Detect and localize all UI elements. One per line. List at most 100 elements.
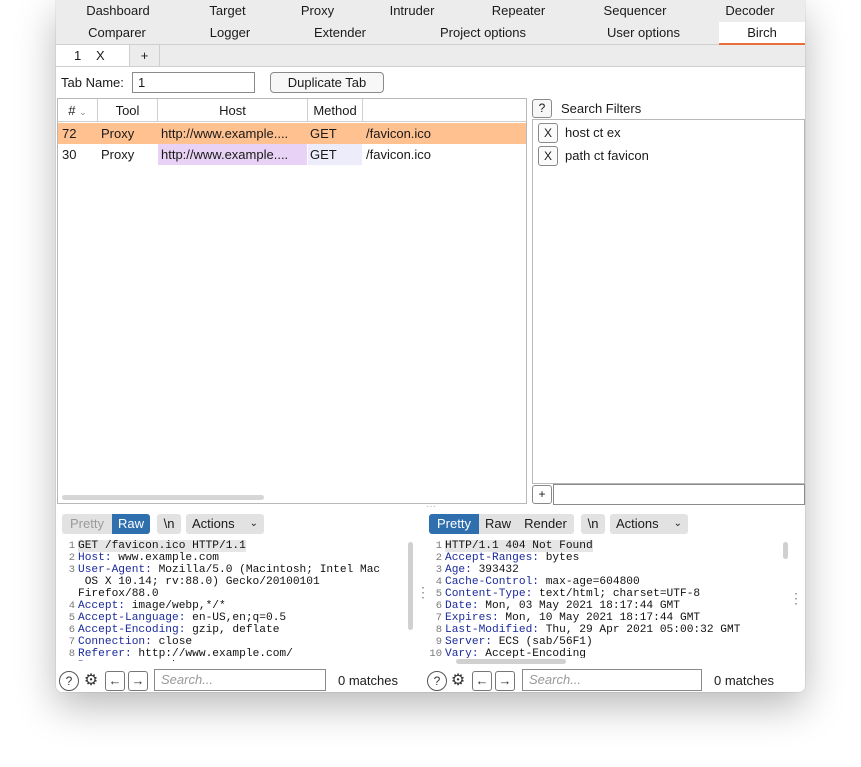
header-name: Accept-Language: [78, 612, 186, 624]
header-name: Content-Type: [445, 588, 533, 600]
add-subtab-button[interactable]: + [130, 45, 160, 66]
line-text: Date: Mon, 03 May 2021 18:17:44 GMT [445, 600, 680, 612]
tab-intruder[interactable]: Intruder [360, 0, 464, 22]
filters-help-button[interactable]: ? [532, 99, 552, 118]
tab-logger[interactable]: Logger [178, 22, 282, 44]
chevron-down-icon: ⌄ [79, 107, 87, 117]
remove-filter-button[interactable]: X [538, 123, 558, 143]
duplicate-tab-button[interactable]: Duplicate Tab [270, 72, 384, 93]
header-name: Server: [445, 636, 492, 648]
request-match-count: 0 matches [338, 673, 398, 688]
header-name: Accept-Ranges: [445, 552, 539, 564]
response-vertical-scrollbar[interactable] [783, 542, 788, 559]
gear-icon[interactable]: ⚙ [448, 671, 468, 691]
tab-project-options[interactable]: Project options [398, 22, 568, 44]
more-options-icon[interactable]: ⋮ [789, 591, 803, 605]
line-number: 9 [435, 636, 442, 648]
line-text: Age: 393432 [445, 564, 519, 576]
code-line: Firefox/88.0 [61, 588, 411, 600]
help-icon[interactable]: ? [427, 671, 447, 691]
filter-input[interactable] [553, 484, 805, 505]
code-line: 10 Vary: Accept-Encoding [428, 648, 784, 658]
row-host: http://www.example.... [161, 126, 289, 141]
col-header-method[interactable]: Method [308, 99, 363, 121]
header-name: Accept: [78, 600, 125, 612]
line-text: Expires: Mon, 10 May 2021 18:17:44 GMT [445, 612, 700, 624]
line-text: GET /favicon.ico HTTP/1.1 [78, 540, 246, 552]
filter-text: path ct favicon [565, 148, 649, 163]
pane-splitter-handle[interactable]: ⋮⋮ [416, 585, 444, 599]
request-raw-tab[interactable]: Raw [112, 514, 150, 534]
table-horizontal-scrollbar[interactable] [62, 495, 264, 500]
arrow-left-icon[interactable]: ← [472, 671, 492, 691]
response-search-input[interactable]: Search... [522, 669, 702, 691]
request-editor[interactable]: 1 GET /favicon.ico HTTP/1.1 2 Host: www.exa… [61, 540, 411, 661]
gear-icon[interactable]: ⚙ [81, 671, 101, 691]
tab-name-input[interactable]: 1 [132, 72, 255, 93]
header-value: http://www.example.com/ [131, 648, 293, 660]
tab-extender[interactable]: Extender [282, 22, 398, 44]
header-name: Cache-Control: [445, 576, 539, 588]
col-header-tool[interactable]: Tool [98, 99, 158, 121]
tab-decoder[interactable]: Decoder [697, 0, 803, 22]
table-row[interactable]: 30 Proxy http://www.example.... GET /fav… [58, 144, 526, 165]
help-icon[interactable]: ? [59, 671, 79, 691]
tab-target[interactable]: Target [180, 0, 275, 22]
response-render-tab[interactable]: Render [517, 514, 574, 534]
arrow-right-icon[interactable]: → [495, 671, 515, 691]
tab-sequencer[interactable]: Sequencer [573, 0, 697, 22]
line-number: 2 [68, 552, 75, 564]
code-line: 2 Host: www.example.com [61, 552, 411, 564]
col-header-host[interactable]: Host [158, 99, 308, 121]
line-number: 10 [429, 648, 442, 658]
request-vertical-scrollbar[interactable] [408, 542, 413, 630]
arrow-right-icon[interactable]: → [128, 671, 148, 691]
header-name: Last-Modified: [445, 624, 539, 636]
close-icon[interactable]: X [96, 45, 105, 66]
request-pretty-tab[interactable]: Pretty [62, 514, 112, 534]
request-search-input[interactable]: Search... [154, 669, 326, 691]
line-number: 5 [435, 588, 442, 600]
add-filter-button[interactable]: + [532, 485, 552, 504]
remove-filter-button[interactable]: X [538, 146, 558, 166]
line-number: 8 [68, 648, 75, 660]
line-number: 2 [435, 552, 442, 564]
header-value: Firefox/88.0 [78, 588, 159, 600]
code-line: 8 Referer: http://www.example.com/ [61, 648, 411, 660]
tab-repeater[interactable]: Repeater [464, 0, 573, 22]
response-horizontal-scrollbar[interactable] [456, 659, 566, 664]
line-text: Host: www.example.com [78, 552, 219, 564]
response-pane: Pretty Raw Render \n Actions ⌄ 1 HTTP/1.1… [426, 510, 798, 692]
tab-comparer[interactable]: Comparer [56, 22, 178, 44]
tab-dashboard[interactable]: Dashboard [56, 0, 180, 22]
line-text: Accept: image/webp,*/* [78, 600, 226, 612]
line-number: 9 [61, 660, 75, 661]
header-value: text/html; charset=UTF-8 [532, 588, 701, 600]
tab-proxy[interactable]: Proxy [275, 0, 360, 22]
response-actions-button[interactable]: Actions ⌄ [610, 514, 688, 534]
main-tabs-row-1: Dashboard Target Proxy Intruder Repeater… [56, 0, 805, 22]
response-newline-toggle[interactable]: \n [581, 514, 605, 534]
response-editor[interactable]: 1 HTTP/1.1 404 Not Found 2 Accept-Ranges: b… [428, 540, 784, 658]
response-raw-tab[interactable]: Raw [479, 514, 517, 534]
header-value: Mon, 10 May 2021 18:17:44 GMT [498, 612, 701, 624]
subtab-1[interactable]: 1 X [56, 45, 130, 66]
line-number: 1 [435, 540, 442, 552]
line-number: 6 [68, 624, 75, 636]
line-number: 4 [435, 576, 442, 588]
row-num: 72 [62, 126, 77, 141]
line-number: 7 [68, 636, 75, 648]
tab-birch[interactable]: Birch [719, 22, 805, 45]
table-row[interactable]: 72 Proxy http://www.example.... GET /fav… [58, 123, 526, 144]
tab-user-options[interactable]: User options [568, 22, 719, 44]
col-header-num[interactable]: # ⌄ [58, 99, 98, 121]
code-line: 1 HTTP/1.1 404 Not Found [428, 540, 784, 552]
response-pretty-tab[interactable]: Pretty [429, 514, 479, 534]
arrow-left-icon[interactable]: ← [105, 671, 125, 691]
request-newline-toggle[interactable]: \n [157, 514, 181, 534]
line-number: 3 [68, 564, 75, 576]
header-name: Connection: [78, 636, 152, 648]
line-number: 3 [435, 564, 442, 576]
request-actions-button[interactable]: Actions ⌄ [186, 514, 264, 534]
code-line: 6 Accept-Encoding: gzip, deflate [61, 624, 411, 636]
